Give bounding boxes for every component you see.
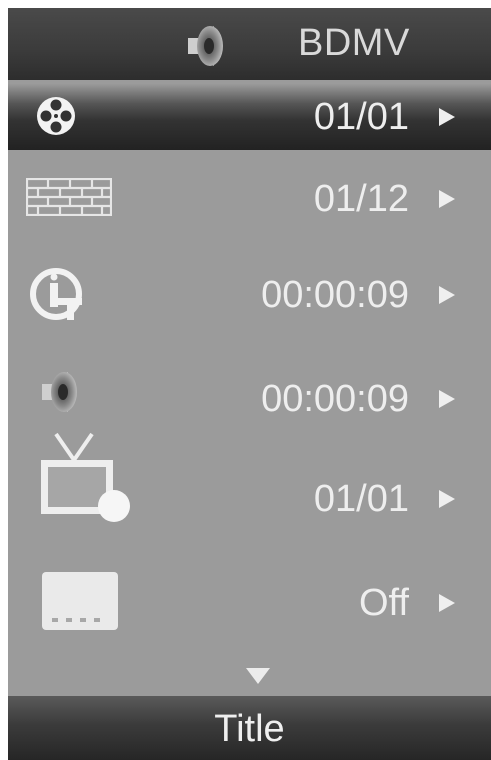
brick-wall-icon: [26, 178, 112, 216]
right-arrow-icon[interactable]: [439, 594, 455, 612]
menu-row-chapter[interactable]: 01/01: [8, 84, 491, 150]
row-value: 00:00:09: [261, 378, 409, 420]
menu-header: BDMV: [8, 8, 491, 80]
info-time-icon: [30, 268, 82, 320]
row-value: 01/12: [313, 178, 409, 220]
menu-row-subtitle[interactable]: Off: [8, 566, 491, 632]
right-arrow-icon[interactable]: [439, 190, 455, 208]
down-triangle-icon[interactable]: [246, 668, 270, 684]
row-value: 00:00:09: [261, 274, 409, 316]
film-reel-icon: [37, 97, 75, 135]
tv-angle-icon: [41, 432, 130, 522]
row-value: 01/01: [313, 478, 409, 520]
menu-row-time[interactable]: 00:00:09: [8, 260, 491, 326]
osd-menu-panel: BDMV 01/01 01/12 00:00:09 00:00:09 01/01…: [8, 8, 491, 760]
row-value: 01/01: [313, 96, 409, 138]
footer-label: Title: [214, 708, 285, 750]
menu-footer: Title: [8, 696, 491, 760]
menu-row-angle[interactable]: 01/01: [8, 428, 491, 524]
right-arrow-icon[interactable]: [439, 286, 455, 304]
speaker-icon: [188, 26, 223, 66]
row-value: Off: [359, 582, 409, 624]
subtitle-icon: [42, 572, 118, 630]
right-arrow-icon[interactable]: [439, 390, 455, 408]
menu-row-title[interactable]: 01/12: [8, 164, 491, 230]
speaker-icon: [42, 372, 77, 412]
right-arrow-icon[interactable]: [439, 490, 455, 508]
right-arrow-icon[interactable]: [439, 108, 455, 126]
header-title: BDMV: [298, 22, 410, 64]
menu-row-audio[interactable]: 00:00:09: [8, 364, 491, 430]
